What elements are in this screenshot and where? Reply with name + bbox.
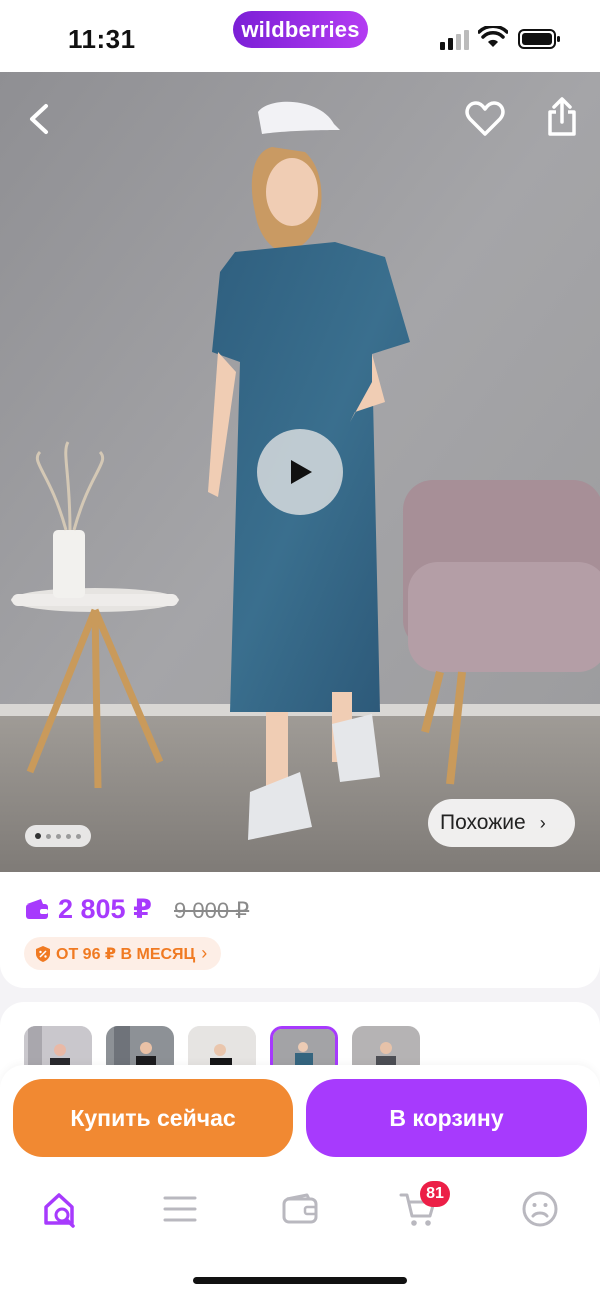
shield-percent-icon (36, 945, 50, 962)
home-search-icon (44, 1193, 75, 1228)
pagination-dot (35, 833, 41, 839)
wallet-price-icon (26, 899, 48, 919)
tab-home[interactable] (40, 1189, 80, 1229)
pagination-dot (66, 833, 71, 839)
tab-profile[interactable] (520, 1189, 560, 1229)
play-video-button[interactable] (257, 429, 343, 515)
product-gallery[interactable]: Похожие › (0, 72, 600, 872)
menu-icon (163, 1196, 197, 1222)
pagination-dot (46, 833, 51, 839)
add-to-cart-button[interactable]: В корзину (306, 1079, 587, 1157)
status-bar: 11:31 wildberries (0, 0, 600, 72)
cellular-signal-icon (440, 30, 469, 50)
cart-count-badge: 81 (420, 1181, 450, 1207)
pagination-dot (76, 833, 81, 839)
pagination-dot (56, 833, 61, 839)
similar-products-button[interactable]: Похожие › (428, 799, 575, 847)
gallery-pagination (25, 825, 91, 847)
battery-icon (518, 29, 560, 49)
product-page: 11:31 wildberries Похожие › 2 805 ₽ 9 00… (0, 0, 600, 1297)
share-icon[interactable] (542, 96, 582, 138)
installment-label: ОТ 96 ₽ В МЕСЯЦ (56, 945, 196, 963)
favorite-heart-icon[interactable] (464, 98, 506, 140)
brand-logo: wildberries (233, 11, 368, 48)
price-card: 2 805 ₽ 9 000 ₽ ОТ 96 ₽ В МЕСЯЦ › (0, 872, 600, 988)
current-price: 2 805 ₽ (58, 894, 152, 924)
installment-button[interactable]: ОТ 96 ₽ В МЕСЯЦ › (24, 937, 222, 970)
buy-now-button[interactable]: Купить сейчас (13, 1079, 293, 1157)
bottom-action-bar: Купить сейчас В корзину 81 (0, 1065, 600, 1297)
profile-icon (522, 1191, 558, 1227)
similar-label: Похожие (440, 811, 526, 834)
back-icon[interactable] (22, 98, 56, 140)
chevron-right-icon: › (201, 943, 208, 963)
tab-wallet[interactable] (280, 1189, 320, 1229)
wallet-icon (282, 1193, 318, 1224)
status-time: 11:31 (68, 24, 136, 54)
chevron-right-icon: › (539, 812, 546, 833)
wifi-icon (478, 26, 508, 47)
old-price: 9 000 ₽ (174, 898, 250, 923)
play-icon (291, 460, 312, 484)
tab-catalog[interactable] (160, 1189, 200, 1229)
home-indicator (193, 1277, 407, 1284)
